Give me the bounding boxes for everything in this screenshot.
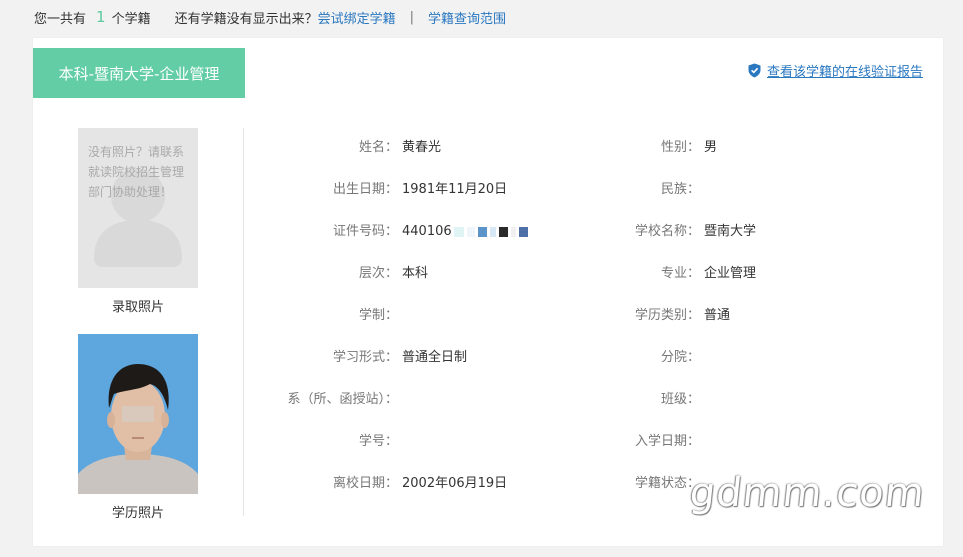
duration-label: 学制： [358, 308, 398, 323]
birth-date-label: 出生日期： [332, 182, 398, 197]
detail-row: 系（所、函授站）： 班级： [245, 390, 935, 432]
department-label: 系（所、函授站）： [287, 392, 398, 407]
record-details: 姓名： 黄春光 性别： 男 出生日期： 1981年11月20日 民族： 证件号码… [245, 138, 935, 516]
diploma-photo [78, 334, 198, 494]
photos-column: 没有照片？请联系就读院校招生管理部门协助处理！ 录取照片 学历照片 [78, 128, 198, 522]
name-label: 姓名： [358, 140, 398, 155]
class-label: 班级： [660, 392, 700, 407]
level-value: 本科 [402, 266, 429, 281]
id-number-value: 440106 [402, 222, 531, 242]
level-label: 层次： [358, 266, 398, 281]
education-type-value: 普通 [704, 308, 731, 323]
verification-report-label: 查看该学籍的在线验证报告 [766, 64, 923, 80]
link-separator: | [409, 9, 414, 25]
enrollment-date-label: 入学日期： [634, 434, 700, 449]
id-number-visible: 440106 [402, 224, 452, 239]
ethnicity-label: 民族： [660, 182, 700, 197]
school-name-label: 学校名称： [634, 224, 700, 239]
major-label: 专业： [660, 266, 700, 281]
student-portrait-image [78, 334, 198, 494]
missing-records-question: 还有学籍没有显示出来？ [174, 11, 318, 27]
leave-date-label: 离校日期： [332, 476, 398, 491]
no-photo-message: 没有照片？请联系就读院校招生管理部门协助处理！ [88, 145, 185, 199]
verification-report-link[interactable]: 查看该学籍的在线验证报告 [748, 62, 923, 80]
gender-label: 性别： [660, 140, 700, 155]
admission-photo-caption: 录取照片 [111, 300, 164, 315]
column-divider [243, 128, 244, 516]
bind-record-link[interactable]: 尝试绑定学籍 [318, 8, 396, 27]
detail-row: 层次： 本科 专业： 企业管理 [245, 264, 935, 306]
name-value: 黄春光 [402, 140, 442, 155]
count-suffix: 个学籍 [111, 11, 151, 27]
detail-row: 学制： 学历类别： 普通 [245, 306, 935, 348]
school-name-value: 暨南大学 [704, 224, 757, 239]
detail-row: 学号： 入学日期： [245, 432, 935, 474]
detail-row: 学习形式： 普通全日制 分院： [245, 348, 935, 390]
record-tab[interactable]: 本科-暨南大学-企业管理 [33, 48, 245, 98]
major-value: 企业管理 [704, 266, 757, 281]
study-form-label: 学习形式： [332, 350, 398, 365]
shield-check-icon [748, 63, 761, 77]
student-number-label: 学号： [358, 434, 398, 449]
site-watermark: gdmm.com [687, 470, 928, 516]
query-scope-link[interactable]: 学籍查询范围 [428, 8, 506, 27]
branch-label: 分院： [660, 350, 700, 365]
record-count-bar: 您一共有 1 个学籍 还有学籍没有显示出来？ 尝试绑定学籍 | 学籍查询范围 [34, 6, 506, 28]
count-prefix: 您一共有 [34, 11, 87, 27]
detail-row: 姓名： 黄春光 性别： 男 [245, 138, 935, 180]
record-count: 1 [96, 8, 106, 26]
birth-date-value: 1981年11月20日 [402, 182, 508, 197]
id-number-label: 证件号码： [332, 224, 398, 239]
admission-photo: 没有照片？请联系就读院校招生管理部门协助处理！ [78, 128, 198, 288]
leave-date-value: 2002年06月19日 [402, 476, 508, 491]
detail-row: 证件号码： 440106 学校名称： 暨南大学 [245, 222, 935, 264]
study-form-value: 普通全日制 [402, 350, 468, 365]
gender-value: 男 [704, 140, 718, 155]
detail-row: 出生日期： 1981年11月20日 民族： [245, 180, 935, 222]
id-number-redaction [453, 226, 531, 237]
education-type-label: 学历类别： [634, 308, 700, 323]
diploma-photo-caption: 学历照片 [111, 506, 164, 521]
